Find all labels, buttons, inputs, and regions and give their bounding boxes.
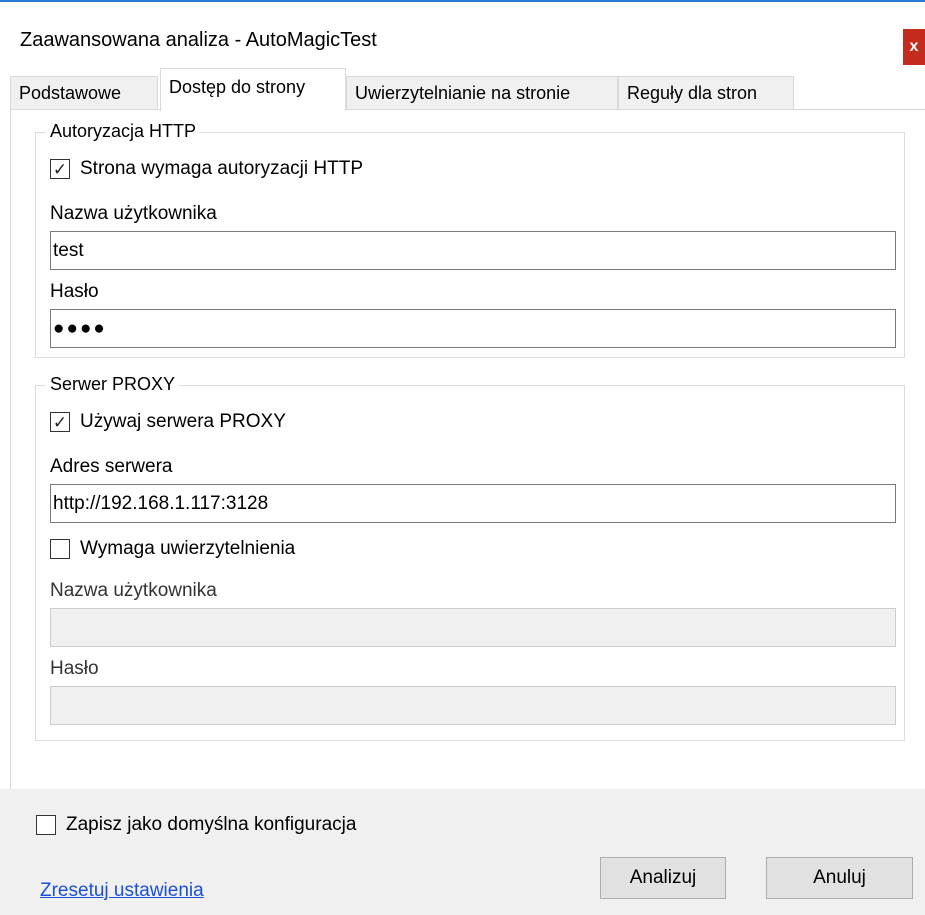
window-title: Zaawansowana analiza - AutoMagicTest [20,29,377,51]
proxy-auth-required-label: Wymaga uwierzytelnienia [80,538,296,559]
check-icon: ✓ [52,159,68,179]
proxy-auth-required-row[interactable]: Wymaga uwierzytelnienia [50,538,295,560]
save-default-row[interactable]: Zapisz jako domyślna konfiguracja [36,814,356,836]
http-password-label: Hasło [50,281,99,302]
tab-uwierzytelnianie[interactable]: Uwierzytelnianie na stronie [346,76,618,110]
tab-panel-dostep: Autoryzacja HTTP ✓ Strona wymaga autoryz… [10,109,925,789]
use-proxy-row[interactable]: ✓ Używaj serwera PROXY [50,411,286,433]
analyze-button[interactable]: Analizuj [600,857,726,899]
proxy-group-title: Serwer PROXY [46,374,180,395]
proxy-password-label: Hasło [50,658,99,679]
password-mask: ●●●● [53,318,107,339]
proxy-address-input[interactable]: http://192.168.1.117:3128 [50,484,896,523]
tab-podstawowe[interactable]: Podstawowe [10,76,158,110]
tab-reguly[interactable]: Reguły dla stron [618,76,794,110]
close-icon: x [909,38,919,55]
proxy-address-label: Adres serwera [50,456,173,477]
reset-settings-link[interactable]: Zresetuj ustawienia [40,880,204,902]
check-icon: ✓ [52,412,68,432]
http-username-label: Nazwa użytkownika [50,203,217,224]
cancel-button[interactable]: Anuluj [766,857,913,899]
proxy-username-label: Nazwa użytkownika [50,580,217,601]
use-proxy-checkbox[interactable]: ✓ [50,412,70,432]
http-auth-required-row[interactable]: ✓ Strona wymaga autoryzacji HTTP [50,158,363,180]
tab-dostep-do-strony[interactable]: Dostęp do strony [160,68,346,111]
http-username-input[interactable]: test [50,231,896,270]
http-auth-group: Autoryzacja HTTP ✓ Strona wymaga autoryz… [35,121,905,358]
proxy-group: Serwer PROXY ✓ Używaj serwera PROXY Adre… [35,374,905,741]
http-password-input[interactable]: ●●●● [50,309,896,348]
save-default-label: Zapisz jako domyślna konfiguracja [66,814,357,835]
http-auth-required-checkbox[interactable]: ✓ [50,159,70,179]
proxy-auth-required-checkbox[interactable] [50,539,70,559]
save-default-checkbox[interactable] [36,815,56,835]
http-auth-required-label: Strona wymaga autoryzacji HTTP [80,158,363,179]
use-proxy-label: Używaj serwera PROXY [80,411,286,432]
close-button[interactable]: x [903,29,925,65]
http-auth-group-title: Autoryzacja HTTP [46,121,201,142]
proxy-password-input[interactable] [50,686,896,725]
advanced-analysis-dialog: Zaawansowana analiza - AutoMagicTest x P… [0,0,925,915]
proxy-username-input[interactable] [50,608,896,647]
title-bar[interactable]: Zaawansowana analiza - AutoMagicTest x [0,2,925,66]
